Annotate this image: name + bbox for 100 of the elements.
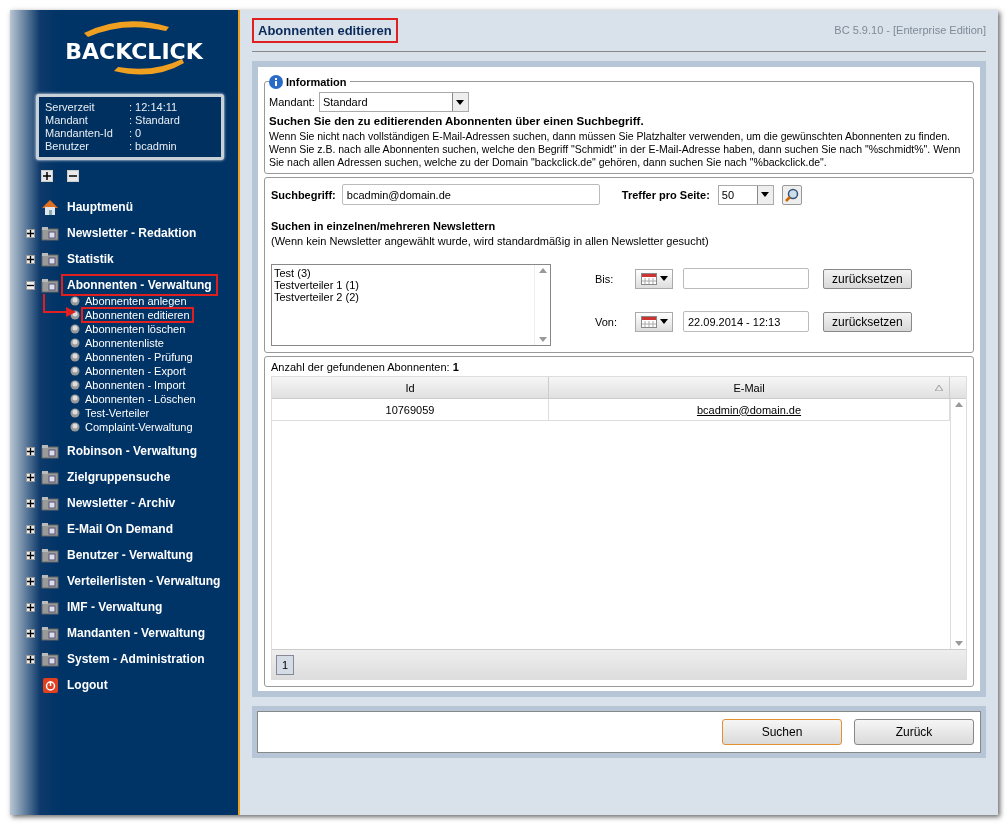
nav-item[interactable]: System - Administration xyxy=(61,648,211,670)
calendar-button[interactable] xyxy=(635,311,673,332)
list-item[interactable]: Testverteiler 1 (1) xyxy=(274,279,532,291)
nav-item[interactable]: Abonnenten - Verwaltung xyxy=(61,274,218,296)
nav-item[interactable]: Statistik xyxy=(61,248,120,270)
calendar-button[interactable] xyxy=(635,268,673,289)
nav-item[interactable]: Logout xyxy=(61,674,114,696)
expand-icon[interactable] xyxy=(26,498,35,508)
expand-icon[interactable] xyxy=(26,524,35,534)
field-label: Von: xyxy=(595,315,619,328)
page-title: Abonnenten editieren xyxy=(252,18,398,43)
info-value: : 12:14:11 xyxy=(129,101,178,114)
folder-icon xyxy=(41,547,59,563)
hint-text: (Wenn kein Newsletter angewählt wurde, wird standardmäßig in allen Newsletter gesucht) xyxy=(271,235,710,247)
field-label: Mandant: xyxy=(269,96,315,108)
list-item[interactable]: Test (3) xyxy=(274,267,532,279)
nav-item[interactable]: Newsletter - Archiv xyxy=(61,492,182,514)
date-field[interactable] xyxy=(683,268,809,289)
field-label: Suchbegriff: xyxy=(271,188,336,201)
folder-icon xyxy=(41,651,59,667)
nav-subitem[interactable]: Abonnenten - Import xyxy=(81,377,190,393)
bullet-icon xyxy=(70,324,80,334)
logo: BACKCLICK xyxy=(49,15,219,85)
search-field[interactable]: bcadmin@domain.de xyxy=(341,184,600,205)
nav-subitem[interactable]: Test-Verteiler xyxy=(81,405,154,421)
info-value: : bcadmin xyxy=(129,140,177,153)
reset-button[interactable]: zurücksetzen xyxy=(823,311,912,332)
bullet-icon xyxy=(70,422,80,432)
section-legend: Information xyxy=(286,76,347,88)
expand-icon[interactable] xyxy=(26,628,35,638)
nav-item[interactable]: Hauptmenü xyxy=(61,196,139,218)
scroll-up-icon[interactable] xyxy=(954,402,963,407)
nav-subitem[interactable]: Abonnenten anlegen xyxy=(81,293,191,309)
instruction-heading: Suchen Sie den zu editierenden Abonnenten über einen Suchbegriff. xyxy=(269,115,645,127)
expand-icon[interactable] xyxy=(26,602,35,612)
info-value: : 0 xyxy=(129,127,142,140)
scroll-down-icon[interactable] xyxy=(954,641,963,646)
nav-item[interactable]: Verteilerlisten - Verwaltung xyxy=(61,570,227,592)
power-icon xyxy=(42,677,58,693)
bullet-icon xyxy=(70,352,80,362)
caret-icon xyxy=(659,276,668,281)
back-button[interactable]: Zurück xyxy=(854,719,974,745)
collapse-icon[interactable] xyxy=(26,280,35,290)
bullet-icon xyxy=(70,408,80,418)
collapse-all-icon[interactable] xyxy=(67,170,79,182)
folder-icon xyxy=(41,625,59,641)
list-item[interactable]: Testverteiler 2 (2) xyxy=(274,291,532,303)
bullet-icon xyxy=(70,296,80,306)
nav-subitem[interactable]: Abonnentenliste xyxy=(81,335,168,351)
field-label: Bis: xyxy=(595,272,615,285)
bullet-icon xyxy=(70,380,80,390)
expand-icon[interactable] xyxy=(26,446,35,456)
folder-icon xyxy=(41,521,59,537)
folder-icon xyxy=(41,251,59,267)
info-label: Serverzeit xyxy=(45,101,96,114)
expand-icon[interactable] xyxy=(26,254,35,264)
house-icon xyxy=(41,198,59,216)
instruction-text: Wenn Sie nicht nach vollständigen E-Mail-Adressen suchen, dann müssen Sie Platzhalter verwenden, um die gewünschten Abonnenten zu finden. Wenn Sie z.B. nach alle Abonnenten suchen, welche den Begriff "Schmidt" in der E-Mail-Adresse haben, dann suchen Sie nach "%schmidt%". Wenn Sie nach allen Adressen suchen, welche zu der Domain "backclick.de" gehören, dann suchen Sie nach "%backclick.de". xyxy=(269,130,962,169)
newsletter-list[interactable]: Test (3) Testverteiler 1 (1) Testverteiler 2 (2) xyxy=(271,264,551,346)
expand-icon[interactable] xyxy=(26,550,35,560)
info-label: Benutzer xyxy=(45,140,91,153)
nav-subitem[interactable]: Abonnenten editieren xyxy=(81,307,194,323)
bullet-icon xyxy=(70,394,80,404)
column-header[interactable]: E-Mail xyxy=(549,377,950,398)
nav-subitem[interactable]: Abonnenten - Export xyxy=(81,363,190,379)
nav-subitem[interactable]: Abonnenten - Prüfung xyxy=(81,349,197,365)
nav-item[interactable]: Benutzer - Verwaltung xyxy=(61,544,200,566)
version-label: BC 5.9.10 - [Enterprise Edition] xyxy=(834,24,986,36)
caret-icon xyxy=(761,192,770,197)
column-header[interactable]: Id xyxy=(272,377,549,398)
date-field[interactable]: 22.09.2014 - 12:13 xyxy=(683,311,809,332)
page-button[interactable]: 1 xyxy=(276,654,294,675)
per-page-dropdown[interactable]: 50 xyxy=(717,184,774,205)
expand-icon[interactable] xyxy=(26,654,35,664)
expand-icon[interactable] xyxy=(26,576,35,586)
reset-button[interactable]: zurücksetzen xyxy=(823,268,912,289)
nav-item[interactable]: E-Mail On Demand xyxy=(61,518,179,540)
expand-icon[interactable] xyxy=(26,472,35,482)
folder-icon xyxy=(41,495,59,511)
search-icon[interactable] xyxy=(781,184,802,205)
bullet-icon xyxy=(70,366,80,376)
caret-icon xyxy=(659,319,668,324)
folder-icon xyxy=(41,443,59,459)
scroll-up-icon[interactable] xyxy=(538,268,547,273)
nav-subitem[interactable]: Complaint-Verwaltung xyxy=(81,419,197,435)
nav-item[interactable]: IMF - Verwaltung xyxy=(61,596,169,618)
email-link[interactable]: bcadmin@domain.de xyxy=(696,403,802,416)
nav-item[interactable]: Mandanten - Verwaltung xyxy=(61,622,211,644)
search-button[interactable]: Suchen xyxy=(722,719,842,745)
section-heading: Suchen in einzelnen/mehreren Newslettern xyxy=(271,220,496,232)
nav-item[interactable]: Newsletter - Redaktion xyxy=(61,222,203,244)
mandant-dropdown[interactable]: Standard xyxy=(318,92,469,112)
scroll-down-icon[interactable] xyxy=(538,337,547,342)
nav-subitem[interactable]: Abonnenten - Löschen xyxy=(81,391,200,407)
nav-subitem[interactable]: Abonnenten löschen xyxy=(81,321,190,337)
nav-item[interactable]: Zielgruppensuche xyxy=(61,466,177,488)
nav-item[interactable]: Robinson - Verwaltung xyxy=(61,440,203,462)
expand-all-icon[interactable] xyxy=(41,170,53,182)
folder-icon xyxy=(41,599,59,615)
expand-icon[interactable] xyxy=(26,228,35,238)
